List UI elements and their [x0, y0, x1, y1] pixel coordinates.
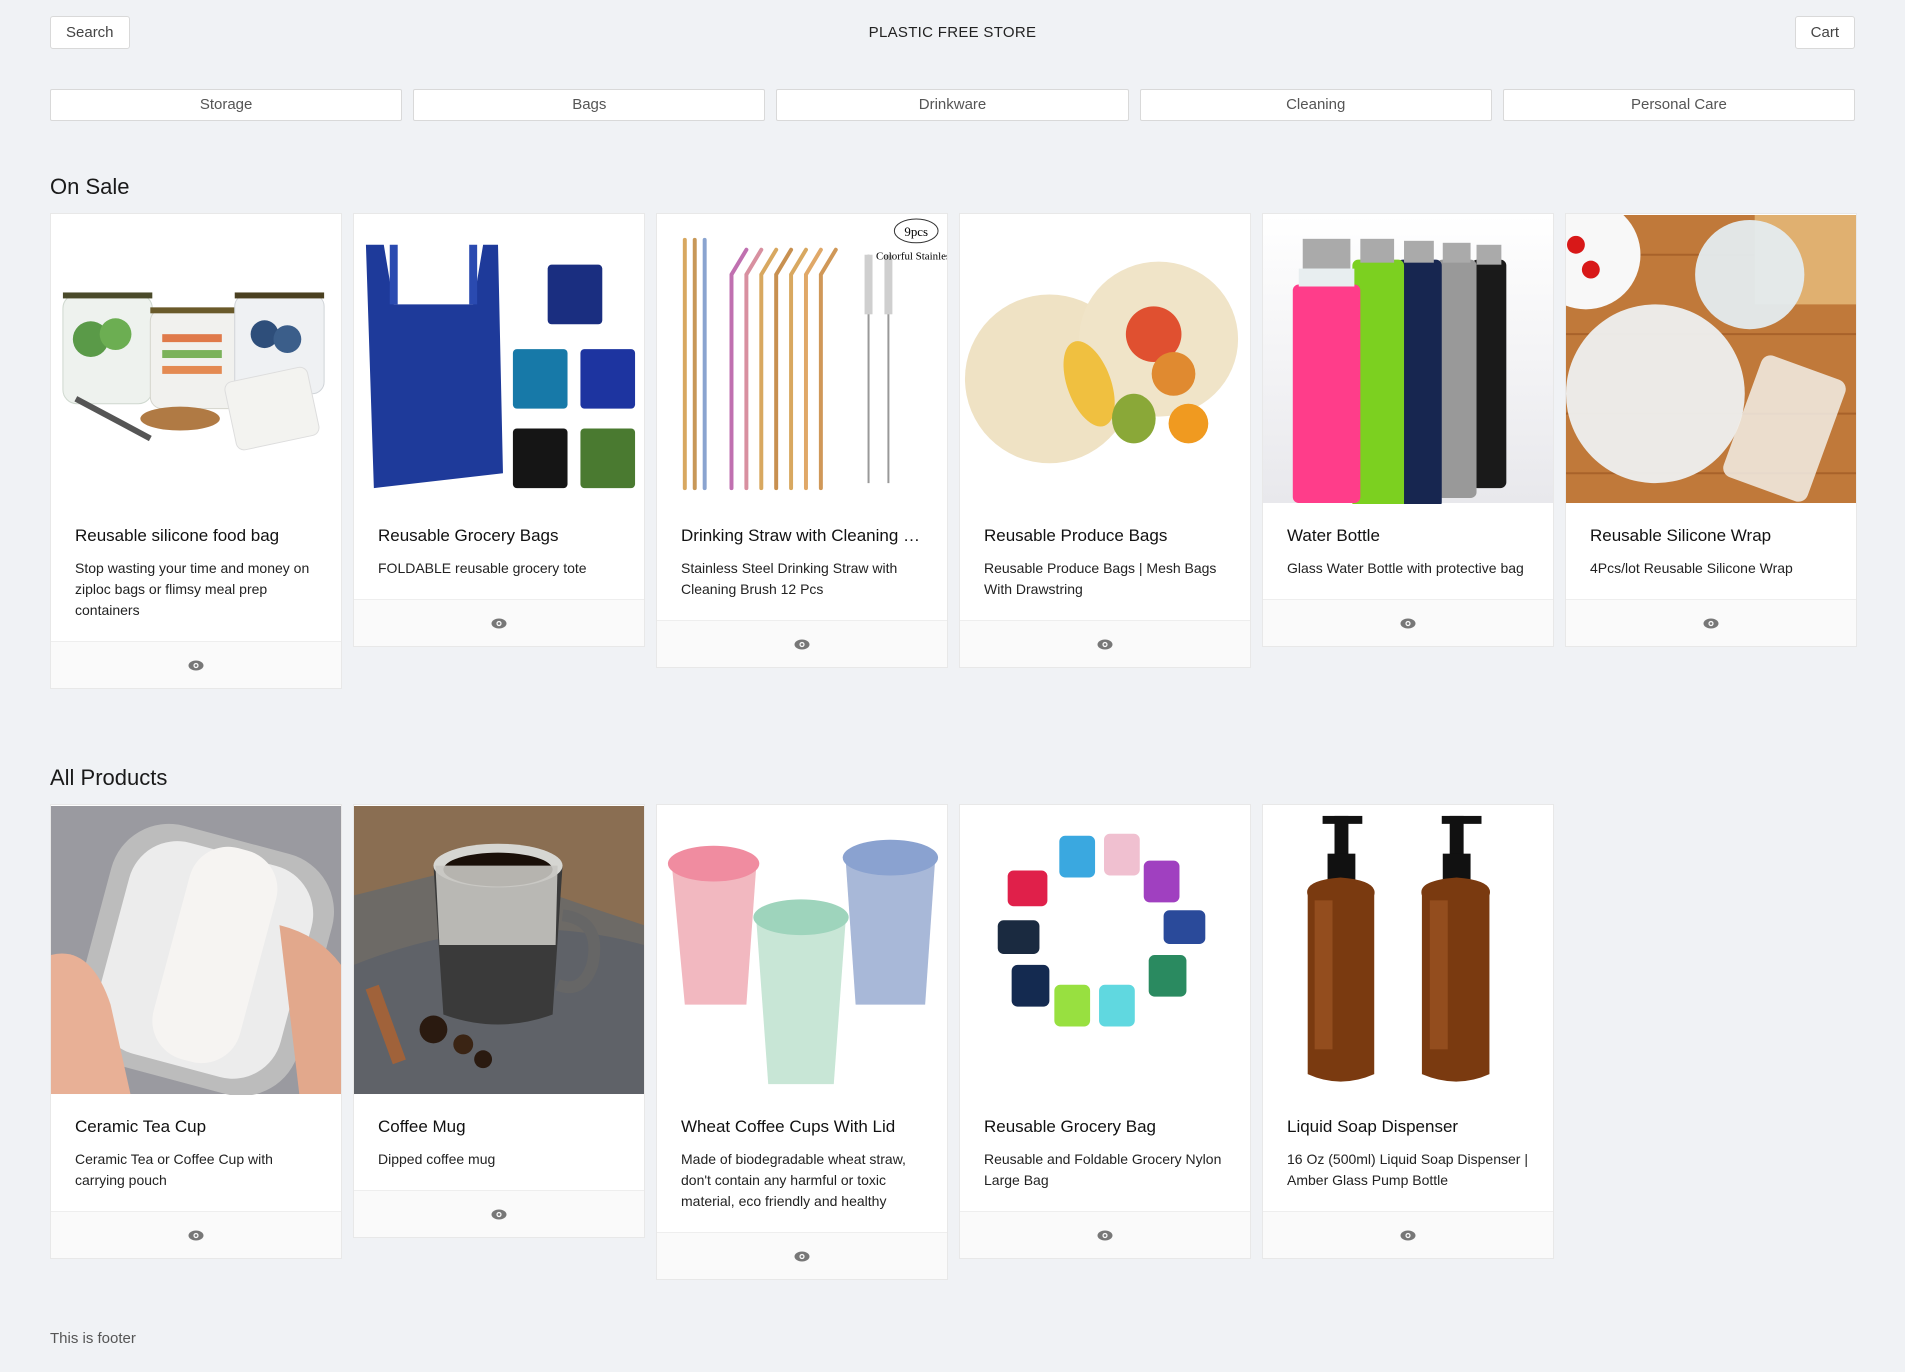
product-card[interactable]: Ceramic Tea Cup Ceramic Tea or Coffee Cu… [50, 804, 342, 1259]
card-actions [1263, 1211, 1553, 1258]
category-bags[interactable]: Bags [413, 89, 766, 121]
product-description: Ceramic Tea or Coffee Cup with carrying … [75, 1151, 273, 1188]
product-image-coffee-mug [354, 805, 644, 1095]
all-products-heading: All Products [50, 765, 168, 790]
product-card[interactable]: Wheat Coffee Cups With Lid Made of biode… [656, 804, 948, 1280]
product-description: FOLDABLE reusable grocery tote [378, 560, 587, 576]
product-description: Glass Water Bottle with protective bag [1287, 560, 1524, 576]
product-card[interactable]: Water Bottle Glass Water Bottle with pro… [1262, 213, 1554, 647]
eye-icon[interactable] [188, 660, 204, 671]
product-description: 16 Oz (500ml) Liquid Soap Dispenser | Am… [1287, 1151, 1528, 1188]
card-actions [960, 620, 1250, 667]
eye-icon[interactable] [1097, 639, 1113, 650]
eye-icon[interactable] [794, 1251, 810, 1262]
product-description: Stop wasting your time and money on zipl… [75, 560, 310, 618]
eye-icon[interactable] [1703, 618, 1719, 629]
product-card[interactable]: Coffee Mug Dipped coffee mug [353, 804, 645, 1238]
eye-icon[interactable] [1400, 1230, 1416, 1241]
cart-button[interactable]: Cart [1794, 16, 1855, 49]
product-image-water-bottles [1263, 214, 1553, 504]
product-card[interactable]: Reusable Grocery Bag Reusable and Foldab… [959, 804, 1251, 1259]
card-actions [51, 1211, 341, 1258]
product-card[interactable]: Reusable Grocery Bags FOLDABLE reusable … [353, 213, 645, 647]
eye-icon[interactable] [794, 639, 810, 650]
product-image-silicone-wrap [1566, 214, 1856, 504]
category-cleaning[interactable]: Cleaning [1139, 89, 1492, 121]
product-title[interactable]: Wheat Coffee Cups With Lid [681, 1117, 923, 1137]
product-image-grocery-bag-pouches [960, 805, 1250, 1095]
product-title[interactable]: Reusable silicone food bag [75, 526, 317, 546]
product-description: Reusable Produce Bags | Mesh Bags With D… [984, 560, 1217, 597]
product-description: Reusable and Foldable Grocery Nylon Larg… [984, 1151, 1222, 1188]
on-sale-row: Reusable silicone food bag Stop wasting … [50, 213, 1857, 689]
product-card[interactable]: 9pcs Colorful Stainless Drinking Straw w… [656, 213, 948, 668]
eye-icon[interactable] [1097, 1230, 1113, 1241]
category-storage[interactable]: Storage [50, 89, 403, 121]
product-image-grocery-bags [354, 214, 644, 504]
product-image-produce-bags [960, 214, 1250, 504]
on-sale-heading: On Sale [50, 174, 130, 199]
category-drinkware[interactable]: Drinkware [776, 89, 1129, 121]
product-image-ceramic-tea-cup [51, 805, 341, 1095]
product-title[interactable]: Ceramic Tea Cup [75, 1117, 317, 1137]
product-title[interactable]: Reusable Grocery Bags [378, 526, 620, 546]
product-description: 4Pcs/lot Reusable Silicone Wrap [1590, 560, 1793, 576]
straw-badge-count: 9pcs [904, 224, 928, 239]
card-actions [657, 1232, 947, 1279]
card-actions [51, 641, 341, 688]
all-products-row: Ceramic Tea Cup Ceramic Tea or Coffee Cu… [50, 804, 1554, 1280]
product-title[interactable]: Reusable Grocery Bag [984, 1117, 1226, 1137]
straw-badge-label: Colorful Stainless [876, 251, 947, 263]
product-image-straws: 9pcs Colorful Stainless [657, 214, 947, 504]
product-image-silicone-bags [51, 214, 341, 504]
card-actions [354, 1190, 644, 1237]
page: Search PLASTIC FREE STORE Cart Storage B… [0, 0, 1905, 1372]
product-card[interactable]: Liquid Soap Dispenser 16 Oz (500ml) Liqu… [1262, 804, 1554, 1259]
product-card[interactable]: Reusable silicone food bag Stop wasting … [50, 213, 342, 689]
eye-icon[interactable] [491, 618, 507, 629]
card-actions [960, 1211, 1250, 1258]
eye-icon[interactable] [1400, 618, 1416, 629]
card-actions [1263, 599, 1553, 646]
product-description: Dipped coffee mug [378, 1151, 496, 1167]
card-actions [1566, 599, 1856, 646]
product-card[interactable]: Reusable Produce Bags Reusable Produce B… [959, 213, 1251, 668]
product-description: Made of biodegradable wheat straw, don't… [681, 1151, 906, 1209]
category-nav: Storage Bags Drinkware Cleaning Personal… [50, 89, 1856, 121]
footer-text: This is footer [50, 1330, 136, 1347]
product-image-wheat-cups [657, 805, 947, 1095]
product-title[interactable]: Water Bottle [1287, 526, 1529, 546]
product-title[interactable]: Liquid Soap Dispenser [1287, 1117, 1529, 1137]
eye-icon[interactable] [491, 1209, 507, 1220]
product-title[interactable]: Drinking Straw with Cleaning B... [681, 526, 923, 546]
eye-icon[interactable] [188, 1230, 204, 1241]
product-card[interactable]: Reusable Silicone Wrap 4Pcs/lot Reusable… [1565, 213, 1857, 647]
product-title[interactable]: Coffee Mug [378, 1117, 620, 1137]
product-image-soap-dispensers [1263, 805, 1553, 1095]
product-title[interactable]: Reusable Produce Bags [984, 526, 1226, 546]
category-personal-care[interactable]: Personal Care [1502, 89, 1856, 121]
product-description: Stainless Steel Drinking Straw with Clea… [681, 560, 898, 597]
card-actions [657, 620, 947, 667]
card-actions [354, 599, 644, 646]
store-brand: PLASTIC FREE STORE [868, 24, 1037, 41]
product-title[interactable]: Reusable Silicone Wrap [1590, 526, 1832, 546]
